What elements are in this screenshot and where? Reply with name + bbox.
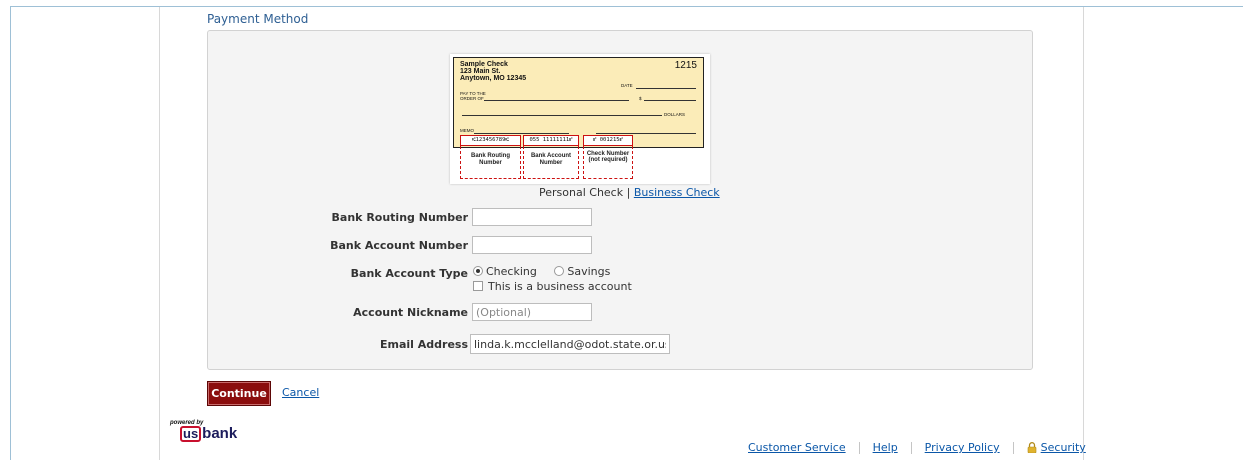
footer-divider: [910, 441, 912, 454]
account-type-radios: Checking Savings: [473, 265, 610, 278]
dollar-sign: $: [639, 96, 642, 101]
email-input[interactable]: [470, 334, 670, 354]
routing-caption: Bank Routing Number: [460, 146, 521, 179]
footer-divider: [1012, 441, 1014, 454]
account-caption: Bank Account Number: [523, 146, 579, 179]
usbank-shield: us: [180, 426, 202, 442]
check-owner-name: Sample Check 123 Main St. Anytown, MO 12…: [460, 61, 526, 82]
footer-links: Customer Service Help Privacy Policy Sec…: [748, 441, 1086, 454]
radio-savings[interactable]: Savings: [554, 265, 610, 278]
check-payto-label: PAY TO THE ORDER OF: [460, 91, 486, 101]
business-account-label: This is a business account: [488, 280, 632, 293]
micr-account: 055 11111111⑈: [523, 135, 579, 146]
memo-line: [474, 133, 569, 134]
routing-number-label: Bank Routing Number: [331, 211, 468, 224]
radio-checking-label: Checking: [486, 265, 537, 278]
account-type-label: Bank Account Type: [350, 267, 468, 280]
payto-line2: ORDER OF: [460, 96, 484, 101]
security-link[interactable]: Security: [1041, 441, 1086, 454]
dollars-label: DOLLARS: [664, 112, 686, 117]
check-type-row: Personal Check | Business Check: [539, 186, 720, 199]
business-check-link[interactable]: Business Check: [634, 186, 720, 199]
check-number: 1215: [674, 60, 697, 71]
memo-label: MEMO: [460, 128, 474, 133]
lock-icon: [1027, 442, 1036, 453]
account-number-label: Bank Account Number: [330, 239, 468, 252]
radio-checking-dot[interactable]: [473, 266, 483, 276]
business-account-checkbox[interactable]: [473, 281, 483, 291]
usbank-logo: powered by us bank: [170, 420, 237, 442]
check-date-label: DATE: [621, 83, 633, 88]
radio-checking[interactable]: Checking: [473, 265, 537, 278]
usbank-bank-text: bank: [202, 425, 238, 442]
radio-savings-dot[interactable]: [554, 266, 565, 276]
amount-line: [644, 100, 696, 101]
footer-divider: [858, 441, 860, 454]
security-link-group[interactable]: Security: [1027, 441, 1086, 454]
email-label: Email Address: [379, 338, 468, 351]
check-type-separator: |: [626, 186, 631, 199]
continue-button[interactable]: Continue: [207, 381, 271, 406]
payee-line: [484, 100, 629, 101]
help-link[interactable]: Help: [873, 441, 898, 454]
check-number-caption: Check Number (not required): [583, 146, 633, 179]
micr-routing: ⑆123456789⑆: [460, 135, 521, 146]
usbank-wordmark: us bank: [180, 426, 237, 442]
privacy-policy-link[interactable]: Privacy Policy: [925, 441, 1000, 454]
radio-savings-label: Savings: [567, 265, 611, 278]
customer-service-link[interactable]: Customer Service: [748, 441, 846, 454]
signature-line: [596, 133, 696, 134]
personal-check-label: Personal Check: [539, 186, 624, 199]
check-city-line: Anytown, MO 12345: [460, 75, 527, 82]
check-number-caption-note: (not required): [588, 157, 628, 163]
cancel-link[interactable]: Cancel: [282, 386, 319, 399]
account-number-input[interactable]: [472, 236, 592, 254]
written-amount-line: [462, 115, 662, 116]
check-name-line: Sample Check: [460, 61, 508, 68]
check-address-line: 123 Main St.: [460, 68, 501, 75]
business-account-option[interactable]: This is a business account: [473, 280, 632, 293]
nickname-input[interactable]: [472, 303, 592, 321]
micr-check-number: ⑈ 001215⑈: [583, 135, 633, 146]
date-line: [636, 88, 696, 89]
routing-number-input[interactable]: [472, 208, 592, 226]
section-title: Payment Method: [207, 12, 309, 26]
nickname-label: Account Nickname: [353, 306, 468, 319]
